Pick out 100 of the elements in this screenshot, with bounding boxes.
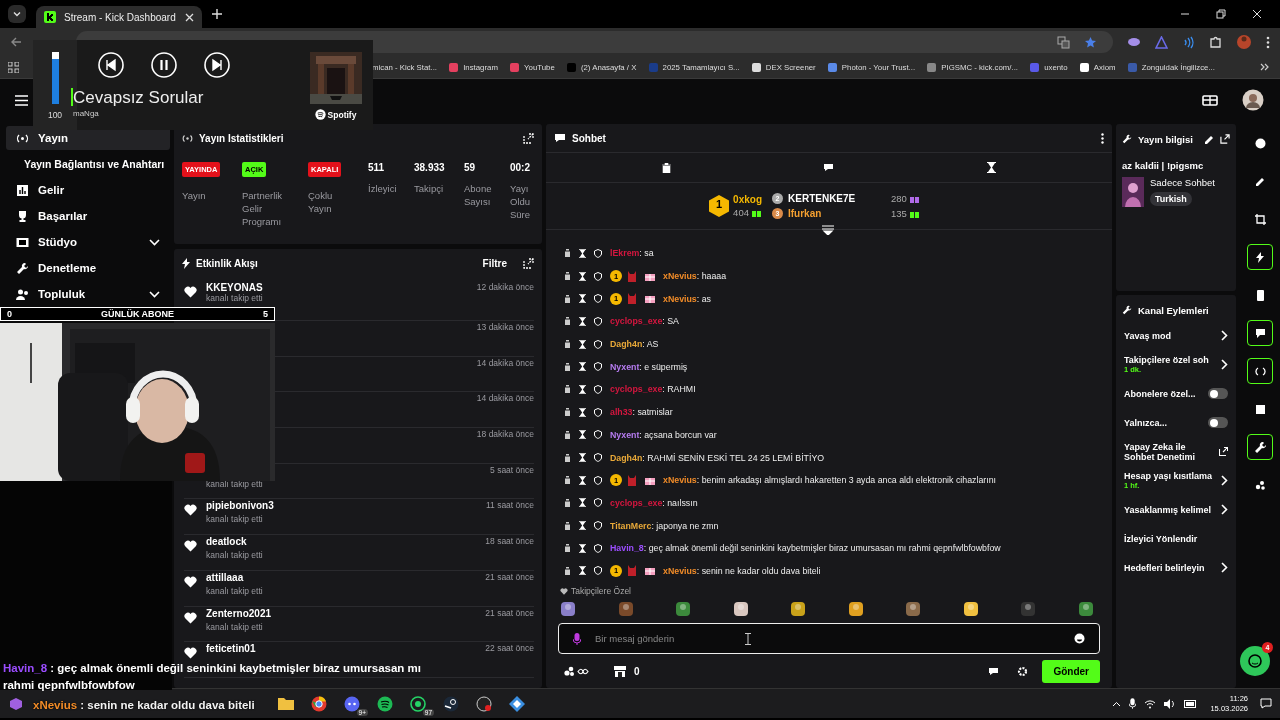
hourglass-icon[interactable] — [579, 498, 586, 508]
hourglass-icon[interactable] — [579, 362, 586, 372]
trash-icon[interactable] — [564, 385, 571, 394]
chevron-right-icon[interactable] — [1221, 504, 1228, 515]
menu-dots-icon[interactable] — [1266, 35, 1270, 49]
signal-icon[interactable] — [1182, 35, 1195, 49]
next-track-icon[interactable] — [204, 52, 230, 78]
settings-icon[interactable] — [1017, 665, 1029, 677]
emote-icon[interactable] — [617, 601, 634, 617]
sidebar-item[interactable]: Gelir — [6, 178, 170, 202]
hourglass-icon[interactable] — [579, 294, 586, 304]
extension-icon[interactable] — [1127, 36, 1141, 48]
emote-icon[interactable] — [962, 601, 979, 617]
trash-icon[interactable] — [564, 544, 571, 553]
external-link-icon[interactable] — [1219, 447, 1228, 456]
assistant-button[interactable] — [1240, 646, 1270, 676]
channel-action-label[interactable]: Yasaklanmış kelimel — [1124, 504, 1217, 515]
hourglass-icon[interactable] — [579, 453, 586, 463]
tool-button[interactable] — [1247, 244, 1273, 270]
browser-app-icon[interactable] — [311, 695, 327, 712]
tool-button[interactable] — [1247, 434, 1273, 460]
tool-button[interactable] — [1247, 320, 1273, 346]
trash-icon[interactable] — [662, 162, 672, 173]
popout-icon[interactable] — [1220, 134, 1230, 144]
shield-icon[interactable] — [594, 521, 602, 531]
more-bookmarks-icon[interactable] — [1260, 62, 1270, 72]
discord-icon[interactable] — [344, 695, 360, 712]
channel-action-label[interactable]: İzleyici Yönlendir — [1124, 533, 1228, 544]
shield-icon[interactable] — [594, 339, 602, 349]
trash-icon[interactable] — [564, 362, 571, 371]
sidebar-item[interactable]: Topluluk — [6, 282, 170, 306]
channel-action-label[interactable]: Abonelere özel... — [1124, 388, 1204, 399]
close-icon[interactable] — [1252, 9, 1262, 19]
message-field[interactable]: Bir mesaj gönderin — [558, 623, 1100, 654]
shield-icon[interactable] — [594, 566, 602, 576]
store-icon[interactable] — [614, 665, 626, 677]
chevron-right-icon[interactable] — [1221, 330, 1228, 341]
gift-box-icon[interactable] — [1202, 94, 1218, 106]
shield-icon[interactable] — [594, 248, 602, 258]
emoji-icon[interactable] — [1074, 633, 1085, 644]
shield-icon[interactable] — [594, 407, 602, 417]
trash-icon[interactable] — [564, 498, 571, 507]
shield-icon[interactable] — [594, 498, 602, 508]
chevron-right-icon[interactable] — [1221, 475, 1228, 486]
hourglass-icon[interactable] — [579, 339, 586, 349]
pencil-icon[interactable] — [1205, 134, 1214, 144]
hourglass-icon[interactable] — [579, 248, 586, 258]
pause-icon[interactable] — [151, 52, 177, 78]
hourglass-icon[interactable] — [579, 475, 586, 485]
apps-grid-icon[interactable] — [8, 61, 19, 73]
star-icon[interactable] — [1084, 35, 1097, 49]
hourglass-icon[interactable] — [579, 407, 586, 417]
restore-icon[interactable] — [1216, 9, 1226, 19]
emote-icon[interactable] — [1077, 601, 1094, 617]
translate-icon[interactable] — [1057, 35, 1070, 49]
hourglass-icon[interactable] — [579, 384, 586, 394]
channel-action-label[interactable]: Yavaş mod — [1124, 330, 1217, 341]
sidebar-item[interactable]: Yayın Bağlantısı ve Anahtarı — [6, 152, 170, 176]
browser-tab[interactable]: Stream - Kick Dashboard — [36, 6, 202, 28]
emote-icon[interactable] — [675, 601, 692, 617]
trash-icon[interactable] — [564, 521, 571, 530]
battery-icon[interactable] — [1184, 699, 1199, 708]
trash-icon[interactable] — [564, 317, 571, 326]
shield-icon[interactable] — [594, 430, 602, 440]
spotify-icon[interactable] — [377, 695, 393, 712]
trash-icon[interactable] — [564, 272, 571, 281]
channel-action-label[interactable]: Yalnızca... — [1124, 417, 1204, 428]
hourglass-icon[interactable] — [986, 162, 996, 173]
tool-button[interactable] — [1247, 358, 1273, 384]
user-avatar-icon[interactable] — [1242, 89, 1264, 111]
puzzle-icon[interactable] — [1209, 35, 1222, 49]
triangle-icon[interactable] — [1155, 35, 1168, 49]
emote-icon[interactable] — [790, 601, 807, 617]
microphone-icon[interactable] — [1129, 698, 1137, 709]
hourglass-icon[interactable] — [579, 543, 586, 553]
close-icon[interactable] — [185, 12, 194, 22]
sidebar-item[interactable]: Stüdyo — [6, 230, 170, 254]
trash-icon[interactable] — [564, 408, 571, 417]
previous-track-icon[interactable] — [98, 52, 124, 78]
shield-icon[interactable] — [594, 362, 602, 372]
trash-icon[interactable] — [564, 340, 571, 349]
sidebar-item[interactable]: Denetleme — [6, 256, 170, 280]
emote-icon[interactable] — [905, 601, 922, 617]
points-icon[interactable] — [564, 665, 590, 677]
trash-icon[interactable] — [564, 453, 571, 462]
message-input[interactable]: Bir mesaj gönderin — [593, 632, 1058, 645]
hourglass-icon[interactable] — [579, 521, 586, 531]
chevron-right-icon[interactable] — [1221, 562, 1228, 573]
trash-icon[interactable] — [564, 476, 571, 485]
shield-icon[interactable] — [594, 271, 602, 281]
toggle-switch[interactable] — [1208, 417, 1228, 428]
speaker-icon[interactable] — [1164, 698, 1177, 709]
hourglass-icon[interactable] — [579, 566, 586, 576]
scroll-down-icon[interactable] — [822, 225, 834, 235]
channel-action-label[interactable]: Hesap yaşı kısıtlama — [1124, 471, 1217, 481]
menu-icon[interactable] — [15, 94, 28, 106]
channel-action-label[interactable]: Takipçilere özel soh — [1124, 355, 1217, 365]
back-arrow-icon[interactable] — [10, 36, 22, 48]
profile-avatar-icon[interactable] — [1236, 34, 1252, 50]
app-cube-icon[interactable] — [8, 696, 24, 711]
